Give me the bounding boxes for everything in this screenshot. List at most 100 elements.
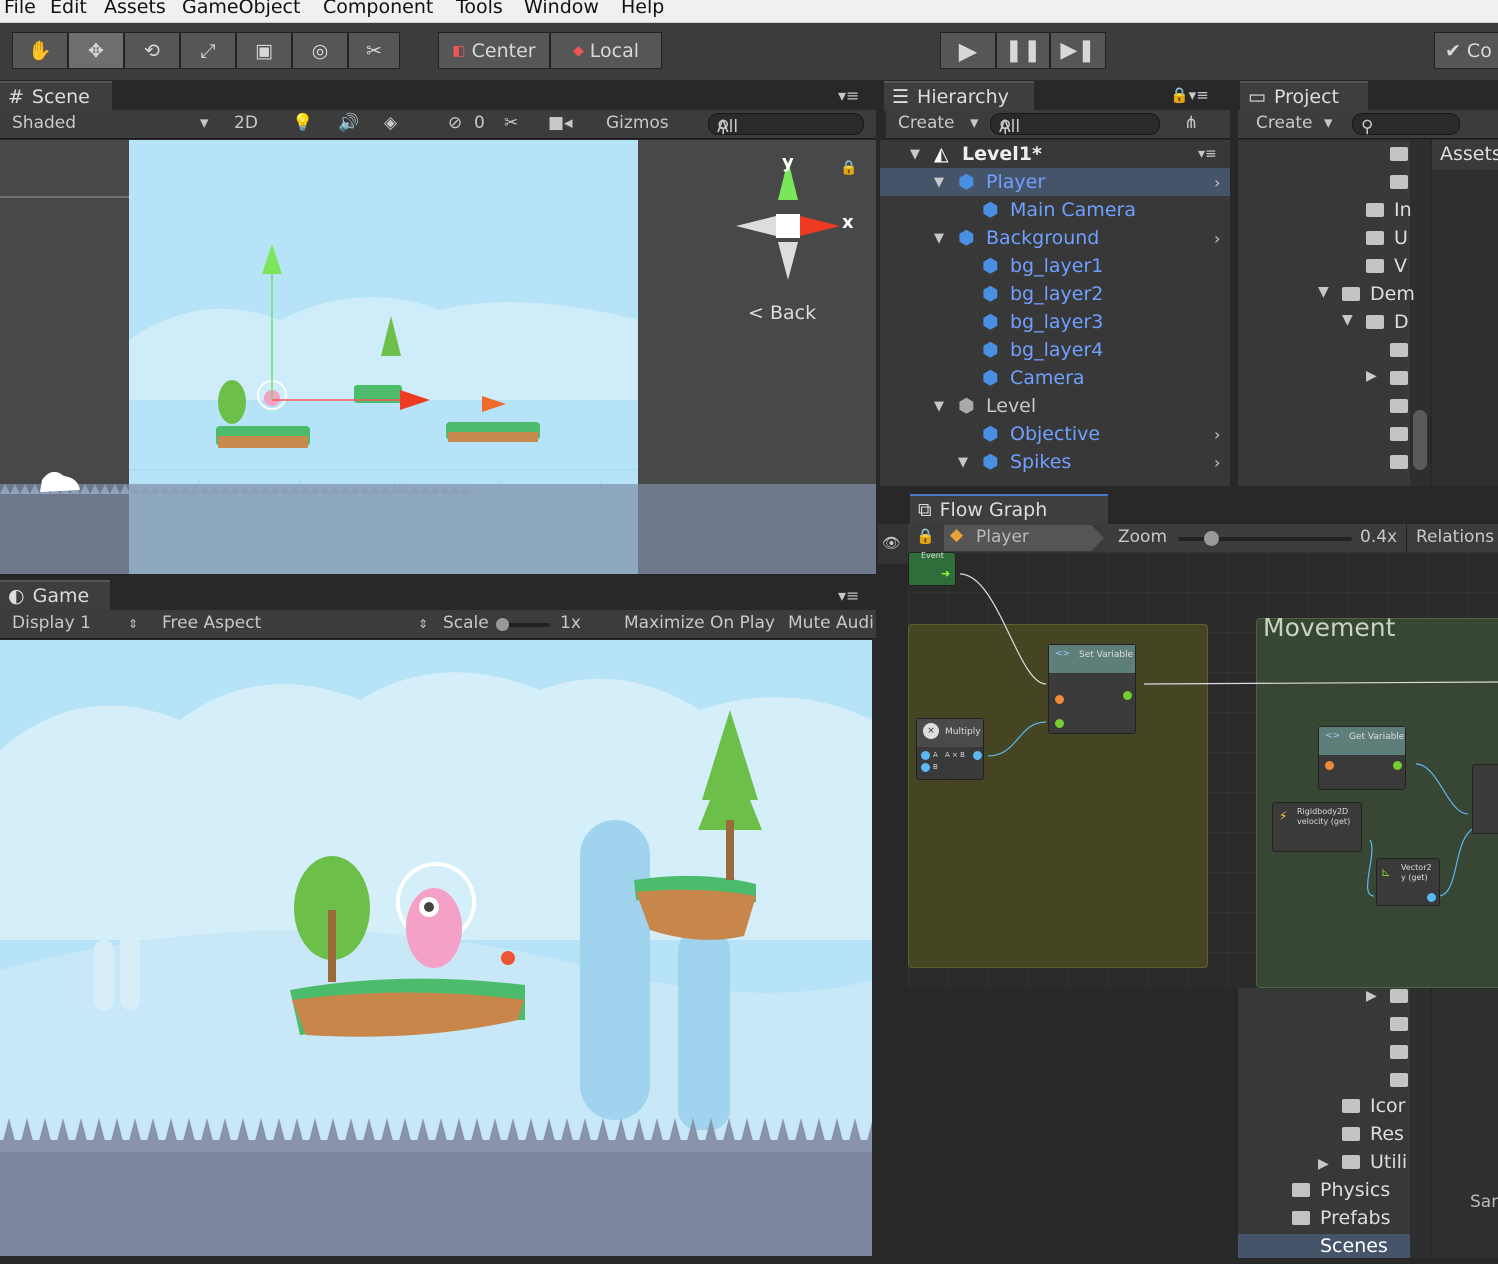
hierarchy-create-dropdown[interactable]: Create <box>898 113 955 133</box>
folder-label-scenes[interactable]: Scenes <box>1320 1235 1388 1257</box>
asset-item-samples[interactable]: San <box>1470 1192 1498 1212</box>
open-prefab-icon[interactable]: › <box>1214 425 1220 444</box>
folder-icon[interactable] <box>1390 1045 1408 1059</box>
expand-arrow-icon[interactable]: ▼ <box>934 399 944 414</box>
game-menu-icon[interactable]: ▾≡ <box>838 586 859 605</box>
folder-icon[interactable] <box>1390 427 1408 441</box>
folder-label-physics[interactable]: Physics <box>1320 1179 1390 1201</box>
hierarchy-row[interactable]: ⬢ bg_layer4 <box>880 336 1230 364</box>
aspect-dropdown[interactable]: Free Aspect <box>162 613 261 633</box>
camera-icon[interactable]: ■◂ <box>548 113 573 133</box>
tools-toggle-icon[interactable]: ✂ <box>504 113 518 133</box>
expand-arrow-icon[interactable]: ▼ <box>934 231 944 246</box>
folder-label[interactable]: D <box>1394 311 1409 333</box>
folder-icon[interactable] <box>1390 175 1408 189</box>
hidden-icon[interactable]: ⊘ <box>448 113 462 133</box>
relations-toggle[interactable]: Relations <box>1416 527 1494 547</box>
tab-flow-graph[interactable]: ⧉ Flow Graph <box>910 494 1108 524</box>
output-port[interactable] <box>1123 691 1132 700</box>
hand-tool-button[interactable]: ✋ <box>12 32 68 69</box>
lock-icon[interactable]: 🔒 <box>840 160 857 176</box>
folder-icon[interactable] <box>1366 231 1384 245</box>
zoom-slider-handle[interactable] <box>1204 531 1219 546</box>
2d-toggle[interactable]: 2D <box>234 113 258 133</box>
expand-arrow-icon[interactable]: ▼ <box>958 455 968 470</box>
tab-game[interactable]: ◐ Game <box>0 580 110 610</box>
hierarchy-row[interactable]: ⬢ bg_layer3 <box>880 308 1230 336</box>
open-prefab-icon[interactable]: › <box>1214 453 1220 472</box>
project-search-input[interactable]: ⚲ <box>1352 113 1460 137</box>
input-port[interactable] <box>1055 695 1064 704</box>
menu-component[interactable]: Component <box>323 0 433 18</box>
expand-arrow-icon[interactable]: ▼ <box>910 147 920 162</box>
input-port[interactable] <box>921 763 930 772</box>
gizmo-x-label[interactable]: x <box>842 212 854 233</box>
transform-tool-button[interactable]: ◎ <box>292 32 348 69</box>
folder-icon[interactable] <box>1342 1099 1360 1113</box>
folder-icon[interactable] <box>1366 315 1384 329</box>
menu-edit[interactable]: Edit <box>50 0 87 18</box>
folder-label-prefabs[interactable]: Prefabs <box>1320 1207 1391 1229</box>
node-event[interactable]: Event ➜ <box>908 552 956 586</box>
expand-arrow-icon[interactable]: ▼ <box>1342 312 1353 328</box>
expand-arrow-icon[interactable]: ▼ <box>934 175 944 190</box>
folder-icon[interactable] <box>1292 1211 1310 1225</box>
gizmos-dropdown[interactable]: Gizmos <box>606 113 669 133</box>
game-view[interactable] <box>0 640 872 1256</box>
node-partial[interactable] <box>1472 764 1498 834</box>
hierarchy-row[interactable]: ⬢ Objective › <box>880 420 1230 448</box>
open-prefab-icon[interactable]: › <box>1214 173 1220 192</box>
tab-project[interactable]: ▭ Project <box>1240 81 1368 111</box>
hierarchy-row[interactable]: ▼ ⬢ Spikes › <box>880 448 1230 476</box>
node-multiply[interactable]: × Multiply A A × B B <box>916 718 984 780</box>
folder-icon[interactable] <box>1390 1073 1408 1087</box>
folder-icon[interactable] <box>1390 399 1408 413</box>
maximize-on-play-toggle[interactable]: Maximize On Play <box>624 613 775 633</box>
folder-label-icons[interactable]: Icor <box>1370 1095 1406 1117</box>
scene-view[interactable]: y x 🔒 < Back <box>0 140 876 574</box>
hierarchy-row[interactable]: ▼ ⬢ Background › <box>880 224 1230 252</box>
folder-label[interactable]: V <box>1394 255 1407 277</box>
input-port[interactable] <box>1055 719 1064 728</box>
flow-graph-canvas[interactable]: Movement Event ➜ Set Variable <> × Multipl… <box>908 552 1498 988</box>
folder-label[interactable]: U <box>1394 227 1408 249</box>
project-create-dropdown[interactable]: Create <box>1256 113 1313 133</box>
scrollbar-thumb[interactable] <box>1413 410 1427 470</box>
folder-label-utilities[interactable]: Utili <box>1370 1151 1407 1173</box>
filter-icon[interactable]: ⋔ <box>1184 113 1198 133</box>
pivot-center-button[interactable]: ◧ Center <box>438 32 550 69</box>
expand-arrow-icon[interactable]: ▼ <box>1318 284 1329 300</box>
back-view-button[interactable]: < Back <box>748 302 816 324</box>
output-port[interactable] <box>973 751 982 760</box>
hierarchy-row[interactable]: ⬢ Main Camera <box>880 196 1230 224</box>
folder-icon[interactable] <box>1390 147 1408 161</box>
node-vector2-y[interactable]: ⊾ Vector2 y (get) <box>1376 858 1440 906</box>
folder-label[interactable]: In <box>1394 199 1412 221</box>
menu-tools[interactable]: Tools <box>456 0 503 18</box>
custom-tool-button[interactable]: ✂ <box>348 32 400 69</box>
menu-file[interactable]: File <box>4 0 36 18</box>
folder-icon[interactable] <box>1292 1183 1310 1197</box>
pause-button[interactable]: ❚❚ <box>996 32 1050 69</box>
folder-label-resources[interactable]: Res <box>1370 1123 1404 1145</box>
folder-icon[interactable] <box>1366 203 1384 217</box>
step-button[interactable]: ▶❚ <box>1050 32 1106 69</box>
tab-scene[interactable]: # Scene <box>0 81 112 111</box>
node-rigidbody-velocity[interactable]: ⚡ Rigidbody2D velocity (get) <box>1272 802 1362 852</box>
folder-icon[interactable] <box>1342 1127 1360 1141</box>
shading-mode-dropdown[interactable]: Shaded <box>12 113 76 133</box>
hierarchy-row[interactable]: ▼ ⬢ Player › <box>880 168 1230 196</box>
zoom-slider[interactable] <box>1178 531 1352 546</box>
collapse-arrow-icon[interactable]: ▶ <box>1318 1156 1329 1172</box>
folder-label[interactable]: Dem <box>1370 283 1415 305</box>
collab-button[interactable]: ✔ Co <box>1434 32 1498 69</box>
output-port[interactable] <box>1393 761 1402 770</box>
flow-port-icon[interactable]: ➜ <box>941 567 950 580</box>
open-prefab-icon[interactable]: › <box>1214 229 1220 248</box>
folder-icon[interactable] <box>1390 371 1408 385</box>
hierarchy-search-input[interactable]: ⚲ All <box>990 113 1160 137</box>
scene-menu-icon[interactable]: ▾≡ <box>838 86 859 105</box>
input-port[interactable] <box>921 751 930 760</box>
breadcrumb-player[interactable]: Player ◆ <box>944 525 1104 551</box>
scene-search-input[interactable]: ⚲ All <box>708 113 864 137</box>
